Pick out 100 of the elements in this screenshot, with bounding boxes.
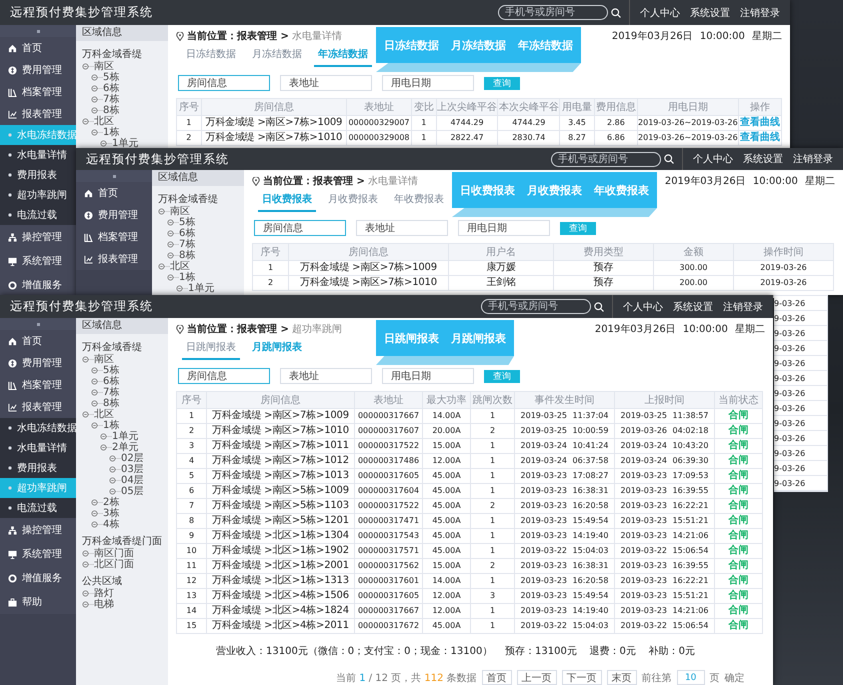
tree-item[interactable]: 万科金域香缇: [82, 342, 142, 353]
tree-item[interactable]: 南区: [94, 354, 114, 365]
tree-item[interactable]: 7栋: [103, 387, 120, 398]
tree-item[interactable]: 1栋: [103, 127, 120, 138]
nav-item[interactable]: 报表管理: [0, 103, 76, 125]
filter-field[interactable]: 房间信息: [178, 75, 270, 91]
tree-item[interactable]: 电梯: [94, 599, 114, 610]
nav-item[interactable]: 首页: [0, 37, 76, 59]
tree-item[interactable]: 7栋: [103, 94, 120, 105]
tree-item[interactable]: 03层: [121, 464, 144, 475]
nav-item[interactable]: 报表管理: [76, 248, 152, 270]
tree-item[interactable]: 5栋: [103, 72, 120, 83]
tab[interactable]: 月冻结数据: [248, 47, 306, 65]
header-link[interactable]: 注销登录: [793, 152, 833, 166]
tree-item[interactable]: 公共区域: [82, 576, 122, 587]
tree-node-icon[interactable]: [82, 601, 94, 608]
tree-node-icon[interactable]: [91, 400, 103, 407]
tree-node-icon[interactable]: [82, 590, 94, 597]
tree-item[interactable]: 1栋: [103, 420, 120, 431]
tree-node-icon[interactable]: [82, 63, 94, 70]
tree-node-icon[interactable]: [158, 208, 170, 215]
nav-item[interactable]: 水电量详情: [0, 145, 76, 165]
header-link[interactable]: 个人中心: [640, 6, 680, 20]
header-link[interactable]: 个人中心: [693, 152, 733, 166]
tree-item[interactable]: 万科金域香缇: [158, 194, 218, 205]
header-link[interactable]: 系统设置: [673, 300, 713, 314]
tree-node-icon[interactable]: [167, 219, 179, 226]
nav-item[interactable]: 费用报表: [0, 165, 76, 185]
tree-node-icon[interactable]: [91, 74, 103, 81]
nav-item[interactable]: 首页: [76, 182, 152, 204]
tree-node-icon[interactable]: [109, 466, 121, 473]
tree-item[interactable]: 北区: [94, 116, 114, 127]
nav-item[interactable]: 操控管理: [0, 518, 76, 542]
search-field[interactable]: 手机号或房间号: [481, 299, 591, 314]
nav-item[interactable]: 报表管理: [0, 396, 76, 418]
nav-item[interactable]: 操控管理: [0, 225, 76, 249]
tree-node-icon[interactable]: [82, 118, 94, 125]
tree-node-icon[interactable]: [167, 241, 179, 248]
search-icon[interactable]: [664, 154, 674, 164]
tree-node-icon[interactable]: [91, 367, 103, 374]
confirm-link[interactable]: 确定: [724, 670, 745, 684]
sidebar-handle[interactable]: [0, 25, 76, 37]
nav-item[interactable]: 水电冻结数据: [0, 418, 76, 438]
tree-item[interactable]: 万科金域香缇: [82, 49, 142, 60]
nav-item[interactable]: 档案管理: [0, 374, 76, 396]
filter-field[interactable]: 房间信息: [178, 368, 270, 384]
tree-item[interactable]: 1单元: [188, 283, 214, 294]
nav-item[interactable]: 系统管理: [0, 249, 76, 273]
tree-node-icon[interactable]: [100, 433, 112, 440]
tree-item[interactable]: 北区门面: [94, 559, 134, 570]
tree-node-icon[interactable]: [82, 411, 94, 418]
tree-item[interactable]: 路灯: [94, 588, 114, 599]
tree-item[interactable]: 8栋: [179, 250, 196, 261]
nav-item[interactable]: 电流过载: [0, 205, 76, 225]
tab[interactable]: 年收费报表: [390, 192, 448, 210]
tab[interactable]: 月收费报表: [324, 192, 382, 210]
nav-item[interactable]: 费用管理: [0, 59, 76, 81]
header-link[interactable]: 系统设置: [690, 6, 730, 20]
tree-item[interactable]: 1单元: [112, 138, 138, 149]
header-link[interactable]: 注销登录: [723, 300, 763, 314]
tree-item[interactable]: 1单元: [112, 431, 138, 442]
nav-item[interactable]: 增值服务: [0, 566, 76, 590]
nav-item[interactable]: 费用管理: [0, 352, 76, 374]
tab[interactable]: 日跳闸报表: [182, 340, 240, 360]
page-button[interactable]: 上一页: [516, 670, 557, 685]
nav-item[interactable]: 档案管理: [76, 226, 152, 248]
tree-item[interactable]: 7栋: [179, 239, 196, 250]
nav-item[interactable]: 费用报表: [0, 458, 76, 478]
tree-node-icon[interactable]: [91, 107, 103, 114]
tree-node-icon[interactable]: [91, 378, 103, 385]
search-icon[interactable]: [594, 302, 604, 312]
tree-node-icon[interactable]: [91, 96, 103, 103]
tree-node-icon[interactable]: [100, 444, 112, 451]
tree-item[interactable]: 北区: [94, 409, 114, 420]
tree-item[interactable]: 南区: [94, 61, 114, 72]
search-field[interactable]: 手机号或房间号: [551, 152, 661, 166]
page-button[interactable]: 末页: [606, 670, 637, 685]
tree-item[interactable]: 5栋: [103, 365, 120, 376]
tree-node-icon[interactable]: [82, 550, 94, 557]
sidebar-handle[interactable]: [76, 170, 152, 182]
page-button[interactable]: 下一页: [562, 670, 602, 685]
nav-item[interactable]: 水电量详情: [0, 438, 76, 458]
nav-item[interactable]: 档案管理: [0, 81, 76, 103]
tree-item[interactable]: 2单元: [112, 442, 138, 453]
tree-item[interactable]: 02层: [121, 453, 144, 464]
header-link[interactable]: 系统设置: [743, 152, 783, 166]
tree-item[interactable]: 8栋: [103, 398, 120, 409]
tree-node-icon[interactable]: [167, 230, 179, 237]
filter-field[interactable]: 房间信息: [254, 220, 346, 236]
nav-item[interactable]: 帮助: [0, 590, 76, 614]
tree-node-icon[interactable]: [100, 140, 112, 147]
tree-node-icon[interactable]: [91, 129, 103, 136]
page-button[interactable]: 首页: [482, 670, 512, 685]
search-field[interactable]: 手机号或房间号: [498, 5, 608, 20]
tree-node-icon[interactable]: [167, 252, 179, 259]
header-link[interactable]: 个人中心: [623, 300, 663, 314]
tree-node-icon[interactable]: [167, 274, 179, 281]
nav-item[interactable]: 费用管理: [76, 204, 152, 226]
tree-item[interactable]: 05层: [121, 486, 144, 497]
tree-node-icon[interactable]: [109, 477, 121, 484]
